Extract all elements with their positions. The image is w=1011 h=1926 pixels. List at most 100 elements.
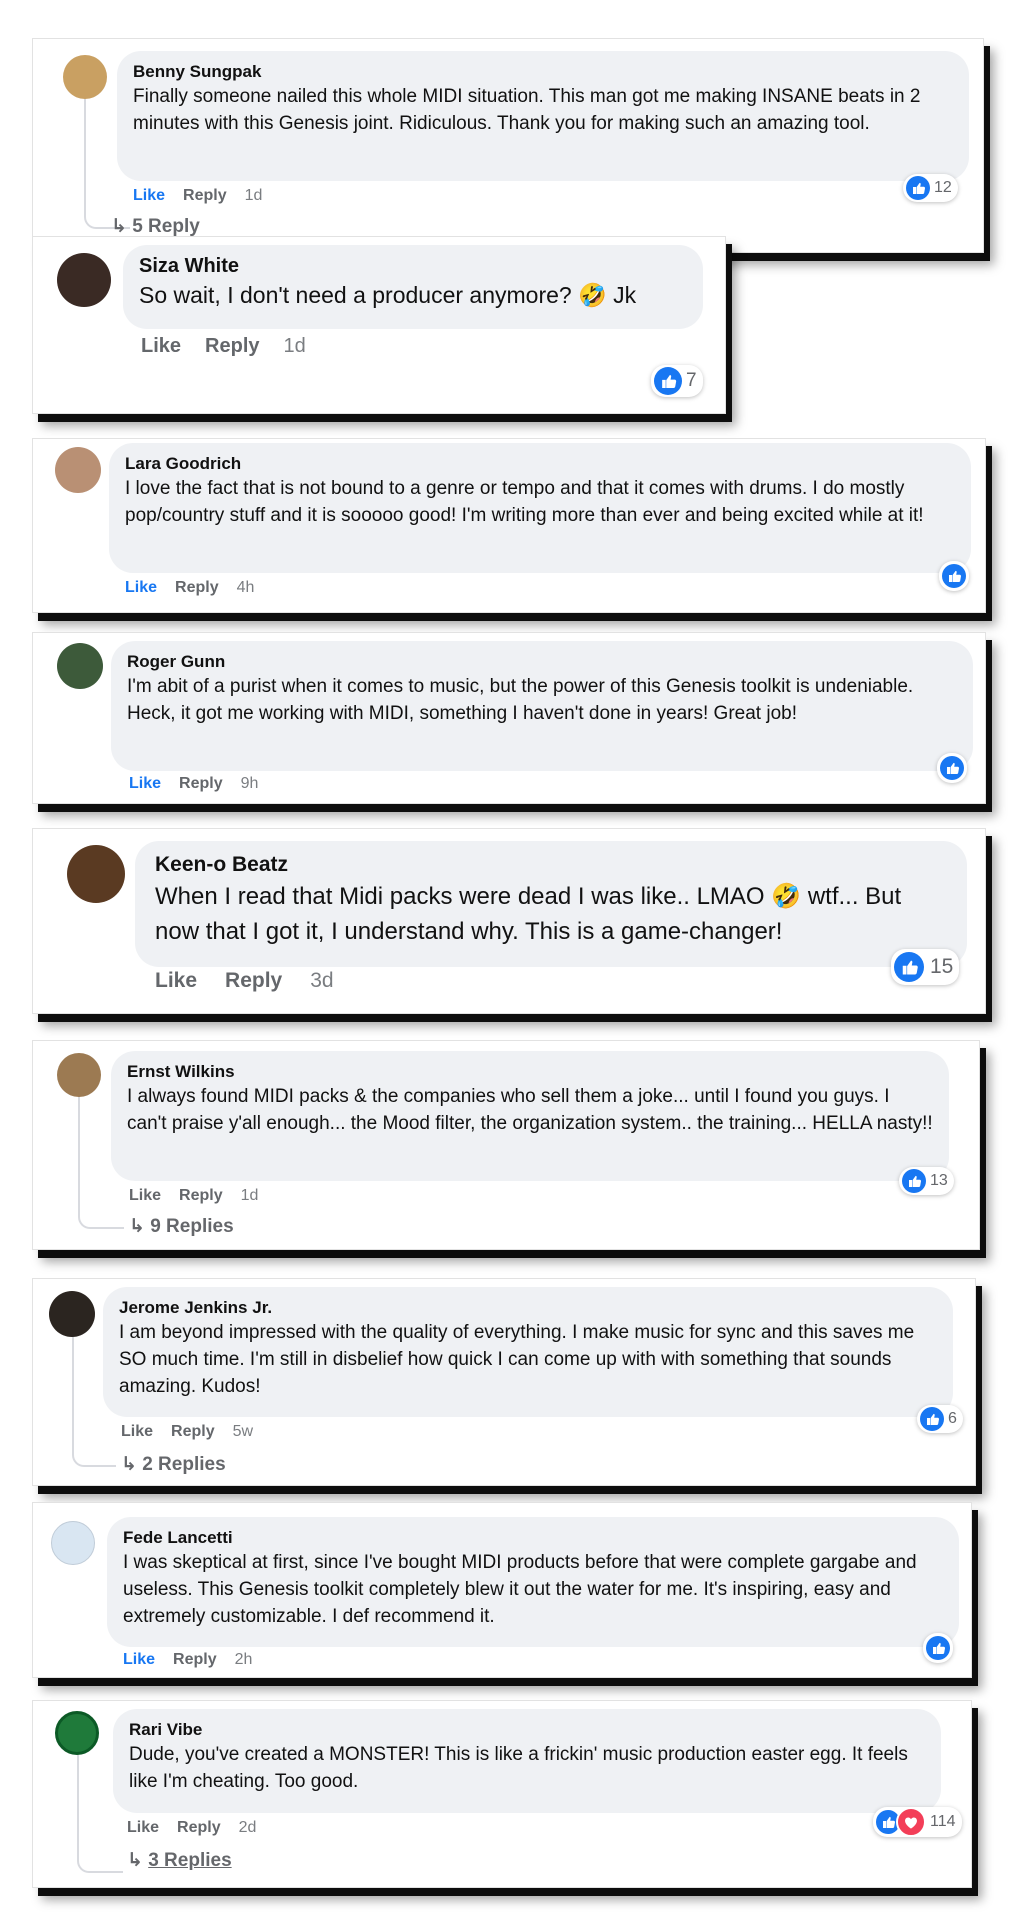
comment-bubble: Jerome Jenkins Jr. I am beyond impressed…: [103, 1287, 953, 1417]
comment-text: I was skeptical at first, since I've bou…: [123, 1552, 917, 1627]
reply-arrow-icon: ↳: [111, 216, 127, 237]
comment-card: Roger Gunn I'm abit of a purist when it …: [32, 632, 986, 804]
timestamp[interactable]: 3d: [310, 969, 333, 992]
avatar[interactable]: [51, 1521, 95, 1565]
reaction-count[interactable]: [923, 1633, 953, 1663]
timestamp[interactable]: 5w: [233, 1423, 253, 1440]
reply-arrow-icon: ↳: [121, 1454, 137, 1475]
reply-button[interactable]: Reply: [175, 579, 219, 596]
comment-bubble: Fede Lancetti I was skeptical at first, …: [107, 1517, 959, 1647]
reaction-count[interactable]: 15: [891, 949, 960, 985]
like-button[interactable]: Like: [155, 969, 197, 992]
commenter-name[interactable]: Benny Sungpak: [133, 61, 953, 83]
comment-card: Fede Lancetti I was skeptical at first, …: [32, 1502, 972, 1678]
reply-button[interactable]: Reply: [179, 1187, 223, 1204]
timestamp[interactable]: 1d: [284, 335, 306, 357]
comment-card: Rari Vibe Dude, you've created a MONSTER…: [32, 1700, 972, 1888]
avatar[interactable]: [55, 447, 101, 493]
like-icon: [902, 1169, 926, 1193]
reply-button[interactable]: Reply: [205, 335, 259, 357]
reply-button[interactable]: Reply: [225, 969, 282, 992]
reaction-count[interactable]: 114: [873, 1807, 962, 1837]
view-replies-link[interactable]: ↳ 5 Reply: [111, 215, 200, 238]
reply-button[interactable]: Reply: [173, 1651, 217, 1668]
comment-bubble: Roger Gunn I'm abit of a purist when it …: [111, 641, 973, 771]
comment-actions: Like Reply 9h: [129, 775, 276, 793]
timestamp[interactable]: 4h: [237, 579, 255, 596]
avatar[interactable]: [67, 845, 125, 903]
avatar[interactable]: [57, 253, 111, 307]
avatar[interactable]: [57, 1053, 101, 1097]
like-icon: [654, 367, 682, 395]
view-replies-link[interactable]: ↳ 3 Replies: [127, 1849, 232, 1872]
like-button[interactable]: Like: [129, 1187, 161, 1204]
comment-actions: Like Reply 2d: [127, 1819, 274, 1837]
like-icon: [906, 176, 930, 200]
comment-actions: Like Reply 2h: [123, 1651, 270, 1669]
commenter-name[interactable]: Lara Goodrich: [125, 453, 955, 475]
comment-bubble: Lara Goodrich I love the fact that is no…: [109, 443, 971, 573]
commenter-name[interactable]: Keen-o Beatz: [155, 851, 947, 879]
comment-card: Benny Sungpak Finally someone nailed thi…: [32, 38, 984, 253]
comment-card: Keen-o Beatz When I read that Midi packs…: [32, 828, 986, 1014]
reply-button[interactable]: Reply: [179, 775, 223, 792]
like-button[interactable]: Like: [125, 579, 157, 596]
like-button[interactable]: Like: [121, 1423, 153, 1440]
timestamp[interactable]: 1d: [241, 1187, 259, 1204]
comment-card: Siza White So wait, I don't need a produ…: [32, 236, 726, 414]
comment-actions: Like Reply 5w: [121, 1423, 271, 1441]
reply-button[interactable]: Reply: [177, 1819, 221, 1836]
reply-arrow-icon: ↳: [129, 1216, 145, 1237]
like-icon: [920, 1407, 944, 1431]
like-icon: [894, 952, 924, 982]
reply-button[interactable]: Reply: [171, 1423, 215, 1440]
commenter-name[interactable]: Siza White: [139, 253, 687, 279]
commenter-name[interactable]: Roger Gunn: [127, 651, 957, 673]
comment-actions: Like Reply 1d: [129, 1187, 276, 1205]
view-replies-link[interactable]: ↳ 9 Replies: [129, 1215, 234, 1238]
comment-text: I always found MIDI packs & the companie…: [127, 1086, 933, 1134]
reaction-count[interactable]: [939, 561, 969, 591]
like-icon: [926, 1636, 950, 1660]
reply-arrow-icon: ↳: [127, 1850, 143, 1871]
avatar[interactable]: [63, 55, 107, 99]
comment-actions: Like Reply 1d: [141, 335, 324, 358]
comment-bubble: Benny Sungpak Finally someone nailed thi…: [117, 51, 969, 181]
comment-bubble: Keen-o Beatz When I read that Midi packs…: [135, 841, 967, 967]
commenter-name[interactable]: Ernst Wilkins: [127, 1061, 933, 1083]
like-button[interactable]: Like: [133, 187, 165, 204]
reaction-count[interactable]: 12: [903, 174, 958, 202]
comment-text: Dude, you've created a MONSTER! This is …: [129, 1744, 908, 1792]
comment-text: When I read that Midi packs were dead I …: [155, 883, 902, 945]
commenter-name[interactable]: Fede Lancetti: [123, 1527, 943, 1549]
comment-card: Ernst Wilkins I always found MIDI packs …: [32, 1040, 980, 1250]
avatar[interactable]: [49, 1291, 95, 1337]
timestamp[interactable]: 9h: [241, 775, 259, 792]
view-replies-link[interactable]: ↳ 2 Replies: [121, 1453, 226, 1476]
comment-text: So wait, I don't need a producer anymore…: [139, 282, 637, 308]
timestamp[interactable]: 2d: [239, 1819, 257, 1836]
timestamp[interactable]: 2h: [235, 1651, 253, 1668]
reaction-count[interactable]: 13: [899, 1167, 954, 1195]
like-button[interactable]: Like: [127, 1819, 159, 1836]
commenter-name[interactable]: Rari Vibe: [129, 1719, 925, 1741]
comment-text: I love the fact that is not bound to a g…: [125, 478, 924, 526]
avatar[interactable]: [55, 1711, 99, 1755]
heart-icon: [896, 1807, 926, 1837]
timestamp[interactable]: 1d: [245, 187, 263, 204]
comment-text: Finally someone nailed this whole MIDI s…: [133, 86, 921, 134]
reaction-count[interactable]: 6: [917, 1405, 963, 1433]
comment-card: Jerome Jenkins Jr. I am beyond impressed…: [32, 1278, 976, 1486]
comment-bubble: Ernst Wilkins I always found MIDI packs …: [111, 1051, 949, 1181]
comment-bubble: Siza White So wait, I don't need a produ…: [123, 245, 703, 329]
reply-button[interactable]: Reply: [183, 187, 227, 204]
avatar[interactable]: [57, 643, 103, 689]
like-icon: [940, 756, 964, 780]
comment-bubble: Rari Vibe Dude, you've created a MONSTER…: [113, 1709, 941, 1813]
reaction-count[interactable]: [937, 753, 967, 783]
like-button[interactable]: Like: [123, 1651, 155, 1668]
reaction-count[interactable]: 7: [651, 365, 703, 397]
like-button[interactable]: Like: [129, 775, 161, 792]
like-button[interactable]: Like: [141, 335, 181, 357]
commenter-name[interactable]: Jerome Jenkins Jr.: [119, 1297, 937, 1319]
